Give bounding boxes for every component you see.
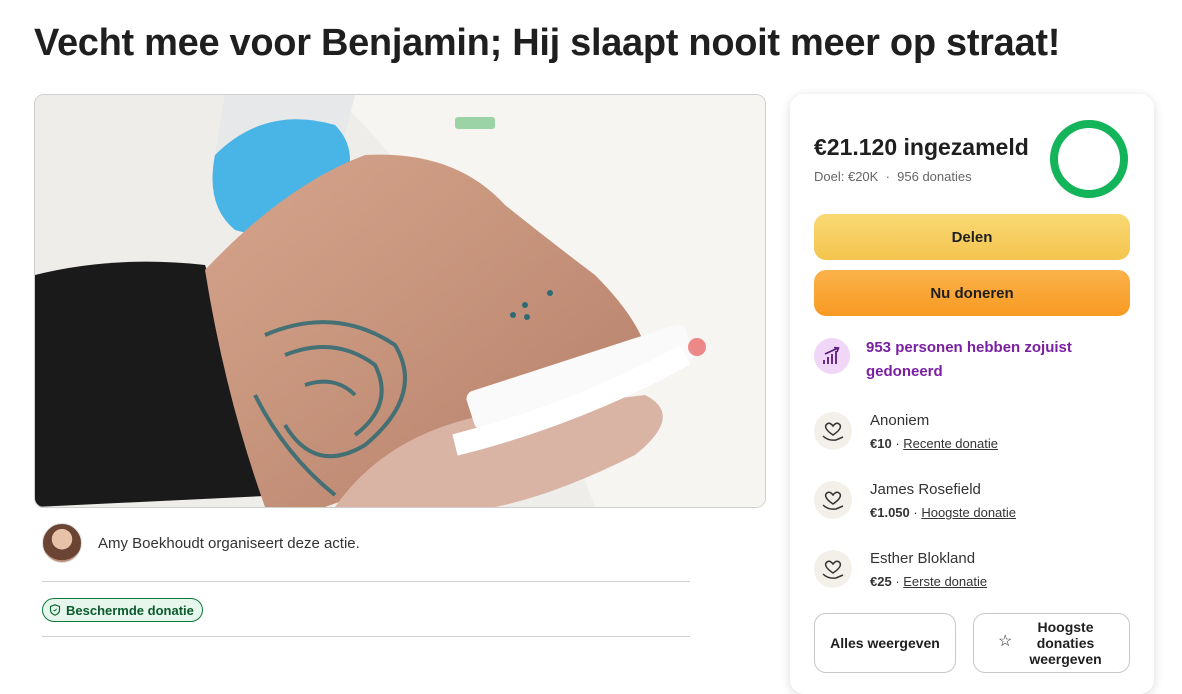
share-button[interactable]: Delen	[814, 214, 1130, 260]
divider	[42, 636, 690, 637]
donor-name: James Rosefield	[870, 481, 981, 498]
heart-hand-icon	[814, 412, 852, 450]
heart-hand-icon	[814, 550, 852, 588]
donor-amount: €25	[870, 574, 892, 589]
organizer-avatar[interactable]	[42, 523, 82, 563]
donor-tag-link[interactable]: Eerste donatie	[903, 574, 987, 589]
meta-separator: ·	[885, 169, 890, 184]
heart-hand-icon	[814, 481, 852, 519]
donor-item: Esther Blokland €25 · Eerste donatie	[814, 546, 1134, 598]
donor-name: Esther Blokland	[870, 550, 976, 567]
page-title: Vecht mee voor Benjamin; Hij slaapt nooi…	[34, 22, 1061, 64]
top-donations-button[interactable]: ☆ Hoogste donaties weergeven	[973, 613, 1130, 673]
badge-label: Beschermde donatie	[66, 602, 194, 618]
donor-detail: €10 · Recente donatie	[870, 436, 998, 451]
protected-donation-badge[interactable]: Beschermde donatie	[42, 598, 203, 622]
campaign-photo	[34, 94, 766, 508]
donor-item: Anoniem €10 · Recente donatie	[814, 408, 1134, 460]
amount-raised: €21.120 ingezameld	[814, 134, 1029, 160]
donor-sep: ·	[891, 574, 904, 589]
goal-meta: Doel: €20K · 956 donaties	[814, 169, 972, 184]
donor-tag-link[interactable]: Recente donatie	[903, 436, 998, 451]
donor-amount: €1.050	[870, 505, 910, 520]
organizer-text: Amy Boekhoudt organiseert deze actie.	[98, 535, 360, 552]
donation-card: €21.120 ingezameld Doel: €20K · 956 dona…	[790, 94, 1154, 694]
organizer-row: Amy Boekhoudt organiseert deze actie.	[42, 523, 690, 582]
show-all-button[interactable]: Alles weergeven	[814, 613, 956, 673]
donor-item: James Rosefield €1.050 · Hoogste donatie	[814, 477, 1134, 529]
progress-ring	[1050, 120, 1128, 198]
donor-sep: ·	[891, 436, 904, 451]
donor-tag-link[interactable]: Hoogste donatie	[921, 505, 1016, 520]
trend-up-icon	[814, 338, 850, 374]
donate-now-button[interactable]: Nu doneren	[814, 270, 1130, 316]
goal-text: Doel: €20K	[814, 169, 879, 184]
donor-amount: €10	[870, 436, 892, 451]
top-donations-label: Hoogste donaties weergeven	[1029, 619, 1102, 667]
star-icon: ☆	[998, 633, 1013, 650]
donor-detail: €1.050 · Hoogste donatie	[870, 505, 1016, 520]
donor-sep: ·	[909, 505, 922, 520]
donor-detail: €25 · Eerste donatie	[870, 574, 987, 589]
recent-donors-text[interactable]: 953 personen hebben zojuist gedoneerd	[866, 336, 1126, 384]
donor-name: Anoniem	[870, 412, 930, 429]
shield-icon	[49, 604, 61, 616]
donation-count: 956 donaties	[897, 169, 972, 184]
